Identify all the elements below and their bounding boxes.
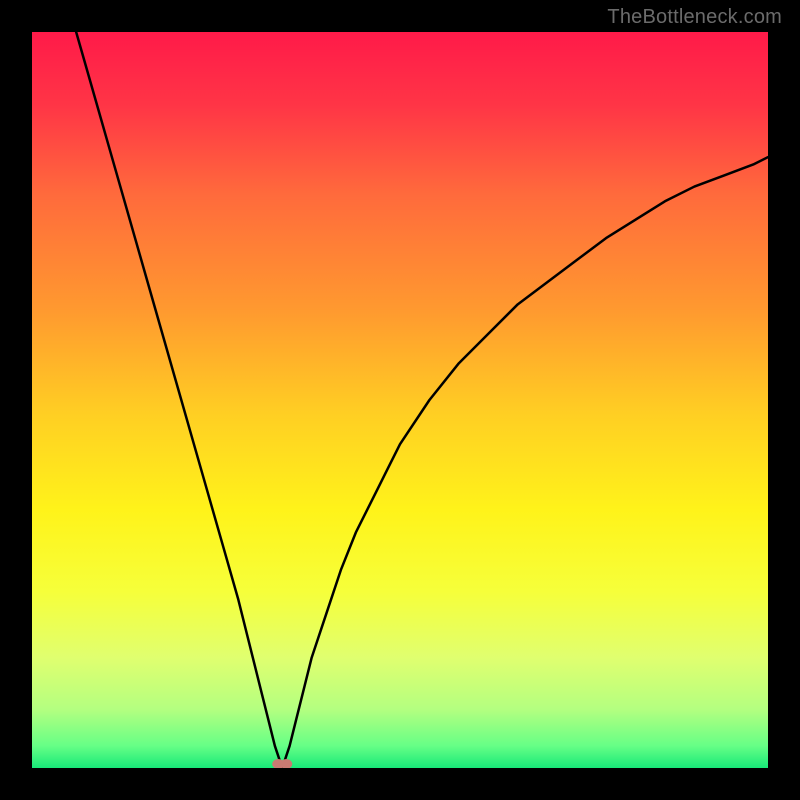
chart-frame: TheBottleneck.com <box>0 0 800 800</box>
minimum-marker <box>272 759 292 768</box>
gradient-background <box>32 32 768 768</box>
chart-svg <box>32 32 768 768</box>
watermark-text: TheBottleneck.com <box>607 6 782 29</box>
plot-area <box>32 32 768 768</box>
